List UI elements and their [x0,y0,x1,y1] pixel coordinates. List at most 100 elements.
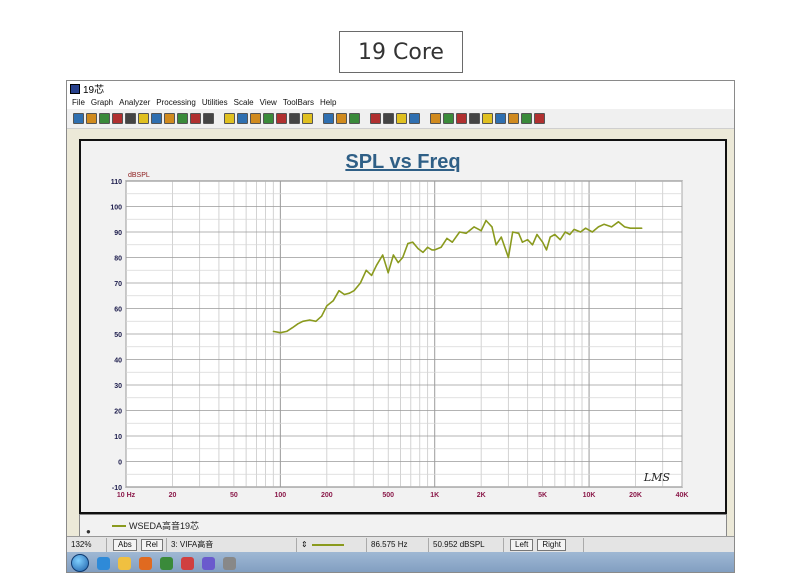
lock-icon[interactable] [302,113,313,124]
y-tick-label: 30 [114,383,122,390]
open-icon[interactable] [86,113,97,124]
y-tick-label: 50 [114,332,122,339]
measure-icon[interactable] [370,113,381,124]
new-icon[interactable] [73,113,84,124]
data-point [629,227,631,229]
data-point [434,249,436,251]
chart-title: SPL vs Freq [345,151,460,173]
data-point [431,249,433,251]
ie-icon[interactable] [97,556,110,570]
explorer-icon[interactable] [223,556,236,570]
black-icon[interactable] [456,113,467,124]
spin-icon[interactable]: ⇕ [301,540,308,549]
lms-icon[interactable] [202,556,215,570]
toolbar-separator [362,113,368,125]
zoom-y-icon[interactable] [276,113,287,124]
compare-icon[interactable] [383,113,394,124]
menu-item-scale[interactable]: Scale [234,98,254,107]
legend-item[interactable]: WSEDA高音19芯 [112,519,199,532]
data-point [480,230,482,232]
rel-button[interactable]: Rel [140,538,163,551]
abs-button[interactable]: Abs [113,538,137,551]
data-point [542,241,544,243]
left-button[interactable]: Left [510,538,534,551]
right-button[interactable]: Right [537,538,567,551]
app-icon[interactable] [160,556,173,570]
save-icon[interactable] [112,113,123,124]
data-point [427,246,429,248]
y-tick-label: 10 [114,434,122,441]
zoom-out-icon[interactable] [237,113,248,124]
settings-icon[interactable] [190,113,201,124]
cursor-icon[interactable] [482,113,493,124]
red-icon[interactable] [443,113,454,124]
data-point [402,256,404,259]
open-folder-icon[interactable] [99,113,110,124]
undo-icon[interactable] [349,113,360,124]
zoom-x-icon[interactable] [263,113,274,124]
menu-item-processing[interactable]: Processing [156,98,196,107]
list-icon[interactable] [336,113,347,124]
target-icon[interactable] [521,113,532,124]
data-point [495,244,497,246]
record-icon[interactable] [396,113,407,124]
copy-icon[interactable] [138,113,149,124]
menu-item-file[interactable]: File [72,98,85,107]
toolbar [67,109,734,129]
data-point [412,241,414,243]
menu-item-view[interactable]: View [260,98,277,107]
menu-item-analyzer[interactable]: Analyzer [119,98,150,107]
x-tick-label: 40K [676,492,689,499]
x-tick-label: 10K [583,492,596,499]
data-point [521,241,524,243]
menu-item-graph[interactable]: Graph [91,98,113,107]
data-point [397,262,399,264]
red-diamond-icon[interactable] [203,113,214,124]
data-point [465,232,467,234]
data-point [554,233,556,236]
menu-item-help[interactable]: Help [320,98,336,107]
save-as-icon[interactable] [125,113,136,124]
y-tick-label: 70 [114,281,122,288]
zoom-in-icon[interactable] [224,113,235,124]
data-point [348,292,350,294]
media-icon[interactable] [139,556,152,570]
cross-icon[interactable] [495,113,506,124]
play-icon[interactable] [409,113,420,124]
data-point [634,227,637,229]
data-point [512,231,514,233]
refresh-icon[interactable] [289,113,300,124]
chrome-icon[interactable] [181,556,194,570]
grid-icon[interactable] [323,113,334,124]
screenshot-root: 19 Core 19芯 File Graph Analyzer Processing U… [0,0,800,583]
data-point [302,320,304,322]
y-tick-label: 90 [114,230,122,237]
lms-app-window: 19芯 File Graph Analyzer Processing Utilities… [66,80,735,573]
export-icon[interactable] [164,113,175,124]
x-tick-label: 50 [230,492,238,499]
link-icon[interactable] [508,113,519,124]
menu-item-utilities[interactable]: Utilities [202,98,228,107]
start-orb-icon[interactable] [71,554,89,572]
data-point [440,246,442,248]
y-tick-label: 110 [111,179,122,186]
zoom-fit-icon[interactable] [250,113,261,124]
marker-icon[interactable] [469,113,480,124]
paste-icon[interactable] [151,113,162,124]
green-icon[interactable] [430,113,441,124]
windows-taskbar [67,552,734,572]
data-point [387,272,389,274]
data-point [365,269,367,271]
print-icon[interactable] [177,113,188,124]
data-point [370,274,373,276]
data-point [286,330,288,333]
data-point [624,226,626,228]
menu-item-toolbars[interactable]: ToolBars [283,98,314,107]
zoom-level[interactable]: 132% [67,537,107,552]
tool-icon[interactable] [534,113,545,124]
x-tick-label: 20K [629,492,642,499]
folder-icon[interactable] [118,556,131,570]
toolbar-separator [216,113,222,125]
spl-chart[interactable]: SPL vs Freq dBSPL -10 0 10 20 30 40 50 60 70 80 90 10… [81,141,725,512]
y-tick-label: 100 [110,205,122,212]
